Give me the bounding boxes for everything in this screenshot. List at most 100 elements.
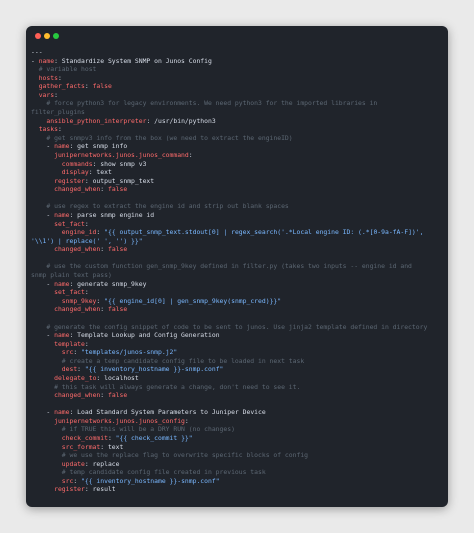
code-token-key: update xyxy=(61,459,85,468)
code-token-plain: : localhost xyxy=(96,373,139,382)
code-line: dest: "{{ inventory_hostname }}-snmp.con… xyxy=(31,365,444,374)
code-token-comment: filter_plugins xyxy=(31,108,85,117)
code-token-key: vars xyxy=(38,90,55,99)
window-titlebar xyxy=(26,26,448,46)
code-token-plain: : text xyxy=(88,168,112,177)
code-token-str: "{{ check_commit }}" xyxy=(115,434,193,443)
code-token-plain: : xyxy=(100,245,108,254)
code-token-key: register xyxy=(54,485,85,494)
code-token-plain: : xyxy=(107,434,116,443)
code-token-plain: : Template Lookup and Config Generation xyxy=(69,331,220,340)
code-line: template: xyxy=(31,340,444,349)
code-token-key: dest xyxy=(61,365,78,374)
code-token-plain: : xyxy=(96,296,105,305)
code-token-plain: - xyxy=(31,210,55,219)
code-token-str: "{{ inventory_hostname }}-snmp.conf" xyxy=(81,476,220,485)
code-line: set_fact: xyxy=(31,220,444,229)
code-line: # this task will always generate a chang… xyxy=(31,383,444,392)
code-token-plain: : generate snmp_9key xyxy=(69,279,147,288)
code-line: junipernetworks.junos.junos_config: xyxy=(31,417,444,426)
code-token-key: name xyxy=(54,210,70,219)
code-token-plain: : xyxy=(100,391,108,400)
code-token-plain: : output_snmp_text xyxy=(84,176,155,185)
code-token-key: commands xyxy=(61,159,93,168)
code-token-plain: - xyxy=(31,142,55,151)
code-token-plain: : get snmp info xyxy=(69,142,128,151)
code-line: # get snmpv3 info from the box (we need … xyxy=(31,134,444,143)
code-token-comment: # force python3 for legacy environments.… xyxy=(31,99,378,108)
code-token-key: display xyxy=(61,168,89,177)
code-token-bool: false xyxy=(92,82,112,91)
code-line: - name: get snmp info xyxy=(31,142,444,151)
code-line: vars: xyxy=(31,91,444,100)
code-line: src: "{{ inventory_hostname }}-snmp.conf… xyxy=(31,477,444,486)
code-token-key: gather_facts xyxy=(38,82,85,91)
code-line: engine_id: "{{ output_snmp_text.stdout[0… xyxy=(31,228,444,237)
code-token-key: changed_when xyxy=(54,305,101,314)
minimize-window-button[interactable] xyxy=(44,33,50,39)
code-token-plain: : Load Standard System Parameters to Jun… xyxy=(69,408,266,417)
code-token-plain: --- xyxy=(31,48,43,56)
code-line: register: output_snmp_text xyxy=(31,177,444,186)
code-token-comment: # generate the config snippet of code to… xyxy=(31,322,428,331)
code-token-comment: # temp candidate config file created in … xyxy=(31,468,266,477)
code-line: filter_plugins xyxy=(31,108,444,117)
code-line: src_format: text xyxy=(31,443,444,452)
code-line: check_commit: "{{ check_commit }}" xyxy=(31,434,444,443)
code-token-plain: : parse snmp engine id xyxy=(69,210,155,219)
code-line: src: "templates/junos-snmp.j2" xyxy=(31,348,444,357)
code-token-plain: : xyxy=(188,150,193,159)
code-token-plain: : xyxy=(100,305,108,314)
code-token-plain: : xyxy=(84,219,89,228)
code-token-plain: : xyxy=(57,73,62,82)
code-line: # use regex to extract the engine id and… xyxy=(31,202,444,211)
code-line: # we use the replace flag to overwrite s… xyxy=(31,451,444,460)
code-line: # force python3 for legacy environments.… xyxy=(31,99,444,108)
code-token-plain: : replace xyxy=(84,459,120,468)
code-line: - name: Standardize System SNMP on Junos… xyxy=(31,57,444,66)
code-token-key: src xyxy=(61,476,74,485)
close-window-button[interactable] xyxy=(35,33,41,39)
code-token-key: set_fact xyxy=(54,219,85,228)
code-line: - name: Template Lookup and Config Gener… xyxy=(31,331,444,340)
code-line: changed_when: false xyxy=(31,305,444,314)
code-token-key: tasks xyxy=(38,125,58,134)
code-token-comment: # we use the replace flag to overwrite s… xyxy=(31,451,309,460)
code-token-plain: : xyxy=(84,339,89,348)
code-token-key: src_format xyxy=(61,442,101,451)
code-token-plain: : xyxy=(96,228,105,237)
maximize-window-button[interactable] xyxy=(53,33,59,39)
code-token-key: set_fact xyxy=(54,288,85,297)
code-token-str: "templates/junos-snmp.j2" xyxy=(81,348,178,357)
code-line: changed_when: false xyxy=(31,185,444,194)
code-line: '\\1') | replace(' ', '') }}" xyxy=(31,237,444,246)
code-token-key: name xyxy=(54,279,70,288)
code-line: changed_when: false xyxy=(31,391,444,400)
code-window: --- - name: Standardize System SNMP on Ju… xyxy=(26,26,448,507)
code-token-plain: - xyxy=(31,331,55,340)
code-editor[interactable]: --- - name: Standardize System SNMP on Ju… xyxy=(31,48,444,494)
code-token-bool: false xyxy=(107,185,128,194)
code-token-bool: false xyxy=(107,391,128,400)
code-token-key: snmp_9key xyxy=(61,296,97,305)
code-token-key: src xyxy=(61,348,74,357)
